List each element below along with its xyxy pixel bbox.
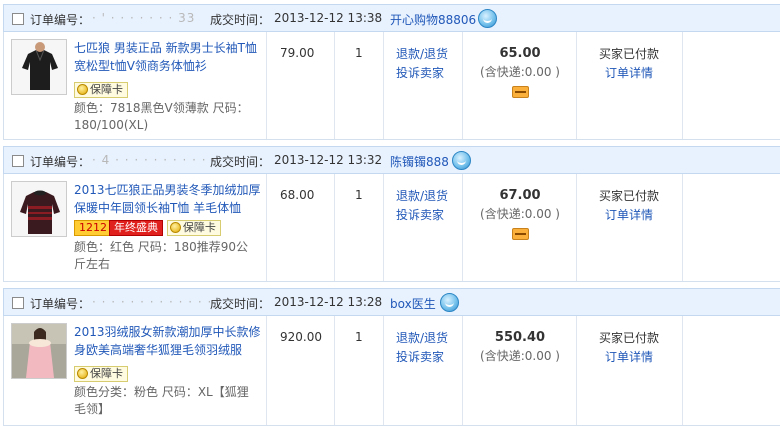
order-body: 2013羽绒服女新款潮加厚中长款修身欧美高端奢华狐狸毛领羽绒服 保障卡 颜色分类…	[3, 316, 780, 426]
wangwang-chat-icon[interactable]	[440, 293, 459, 312]
deal-time-value: 2013-12-12 13:38	[274, 11, 383, 25]
guarantee-coin-icon	[77, 84, 88, 95]
promo-yearend-badge: 年终盛典	[109, 220, 163, 236]
order-number-value: · · · · · · · · · · · · ·	[92, 295, 213, 309]
status-cell: 买家已付款 订单详情	[585, 329, 673, 367]
complain-seller-link[interactable]: 投诉卖家	[396, 348, 448, 367]
product-thumbnail[interactable]	[11, 39, 67, 95]
guarantee-card-badge[interactable]: 保障卡	[166, 220, 221, 236]
guarantee-coin-icon	[77, 368, 88, 379]
order-status: 买家已付款	[598, 47, 659, 61]
order-number-label: 订单编号：	[30, 297, 91, 311]
order-checkbox[interactable]	[12, 13, 24, 25]
order-checkbox[interactable]	[12, 297, 24, 309]
product-thumbnail[interactable]	[11, 181, 67, 237]
deal-time-label: 成交时间：	[210, 297, 271, 311]
deal-time-value: 2013-12-12 13:28	[274, 295, 383, 309]
order-body: 2013七匹狼正品男装冬季加绒加厚保暖中年圆领长袖T恤 羊毛体恤 1212 年终盛…	[3, 174, 780, 282]
deal-time-label: 成交时间：	[210, 13, 271, 27]
unit-price: 79.00	[280, 46, 315, 60]
order-checkbox[interactable]	[12, 155, 24, 167]
total-cell: 67.00 (含快递:0.00 )	[472, 187, 568, 243]
seller-name[interactable]: box医生	[390, 295, 436, 312]
order-header: 订单编号： · 4 · · · · · · · · · · · 成交时间： 20…	[3, 146, 780, 174]
service-links: 退款/退货 投诉卖家	[396, 45, 448, 83]
order-status: 买家已付款	[598, 189, 659, 203]
refund-return-link[interactable]: 退款/退货	[396, 45, 448, 64]
complain-seller-link[interactable]: 投诉卖家	[396, 206, 448, 225]
badge-row: 保障卡	[74, 82, 128, 98]
shipping-note: (含快递:0.00 )	[480, 207, 560, 221]
deal-time-value: 2013-12-12 13:32	[274, 153, 383, 167]
badge-row: 1212 年终盛典 保障卡	[74, 220, 221, 236]
status-cell: 买家已付款 订单详情	[585, 45, 673, 83]
order-detail-link[interactable]: 订单详情	[585, 348, 673, 367]
quantity: 1	[355, 330, 363, 344]
shipping-note: (含快递:0.00 )	[480, 65, 560, 79]
promo-1212-badge: 1212	[74, 220, 112, 236]
order-status: 买家已付款	[598, 331, 659, 345]
order-detail-link[interactable]: 订单详情	[585, 206, 673, 225]
product-attributes: 颜色：7818黑色V领薄款 尺码：180/100(XL)	[74, 101, 249, 132]
product-title[interactable]: 七匹狼 男装正品 新款男士长袖T恤 宽松型t恤V领商务体恤衫	[74, 39, 262, 75]
order-body: 七匹狼 男装正品 新款男士长袖T恤 宽松型t恤V领商务体恤衫 保障卡 颜色：78…	[3, 32, 780, 140]
payment-card-icon	[511, 86, 529, 98]
product-title[interactable]: 2013七匹狼正品男装冬季加绒加厚保暖中年圆领长袖T恤 羊毛体恤	[74, 181, 262, 217]
wangwang-chat-icon[interactable]	[478, 9, 497, 28]
order-header: 订单编号： · · · · · · · · · · · · · 成交时间： 20…	[3, 288, 780, 316]
total-amount: 67.00	[499, 188, 541, 203]
product-attributes: 颜色：红色 尺码：180推荐90公斤左右	[74, 240, 248, 271]
order-number-label: 订单编号：	[30, 155, 91, 169]
total-amount: 550.40	[494, 330, 546, 345]
order-number-value: · ' · · · · · · · 33	[92, 11, 196, 25]
service-links: 退款/退货 投诉卖家	[396, 329, 448, 367]
badge-row: 保障卡	[74, 366, 128, 382]
total-cell: 65.00 (含快递:0.00 )	[472, 45, 568, 101]
shipping-note: (含快递:0.00 )	[480, 349, 560, 363]
guarantee-coin-icon	[169, 222, 181, 233]
seller-name[interactable]: 开心购物88806	[390, 11, 476, 28]
quantity: 1	[355, 188, 363, 202]
refund-return-link[interactable]: 退款/退货	[396, 187, 448, 206]
status-cell: 买家已付款 订单详情	[585, 187, 673, 225]
total-amount: 65.00	[499, 46, 541, 61]
deal-time-label: 成交时间：	[210, 155, 271, 169]
guarantee-card-badge[interactable]: 保障卡	[74, 366, 128, 382]
product-attributes: 颜色分类：粉色 尺码：XL【狐狸毛领】	[74, 385, 249, 416]
total-cell: 550.40 (含快递:0.00 )	[472, 329, 568, 366]
wangwang-chat-icon[interactable]	[452, 151, 471, 170]
payment-card-icon	[511, 228, 529, 240]
quantity: 1	[355, 46, 363, 60]
unit-price: 920.00	[280, 330, 322, 344]
unit-price: 68.00	[280, 188, 315, 202]
product-title[interactable]: 2013羽绒服女新款潮加厚中长款修身欧美高端奢华狐狸毛领羽绒服	[74, 323, 262, 359]
order-number-label: 订单编号：	[30, 13, 91, 27]
order-number-value: · 4 · · · · · · · · · · ·	[92, 153, 217, 167]
guarantee-card-badge[interactable]: 保障卡	[74, 82, 128, 98]
order-header: 订单编号： · ' · · · · · · · 33 成交时间： 2013-12…	[3, 4, 780, 32]
complain-seller-link[interactable]: 投诉卖家	[396, 64, 448, 83]
seller-name[interactable]: 陈镯镯888	[390, 153, 449, 170]
refund-return-link[interactable]: 退款/退货	[396, 329, 448, 348]
service-links: 退款/退货 投诉卖家	[396, 187, 448, 225]
order-detail-link[interactable]: 订单详情	[585, 64, 673, 83]
product-thumbnail[interactable]	[11, 323, 67, 379]
